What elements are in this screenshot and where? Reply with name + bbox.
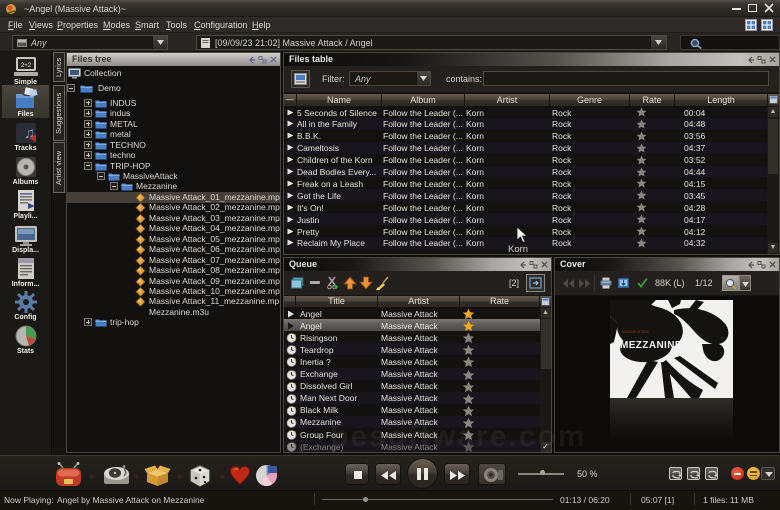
svg-text:2+2: 2+2 <box>20 63 31 69</box>
svg-text:MEZZANINE: MEZZANINE <box>620 340 682 351</box>
svg-text:MASSIVE ATTACK: MASSIVE ATTACK <box>622 330 650 334</box>
